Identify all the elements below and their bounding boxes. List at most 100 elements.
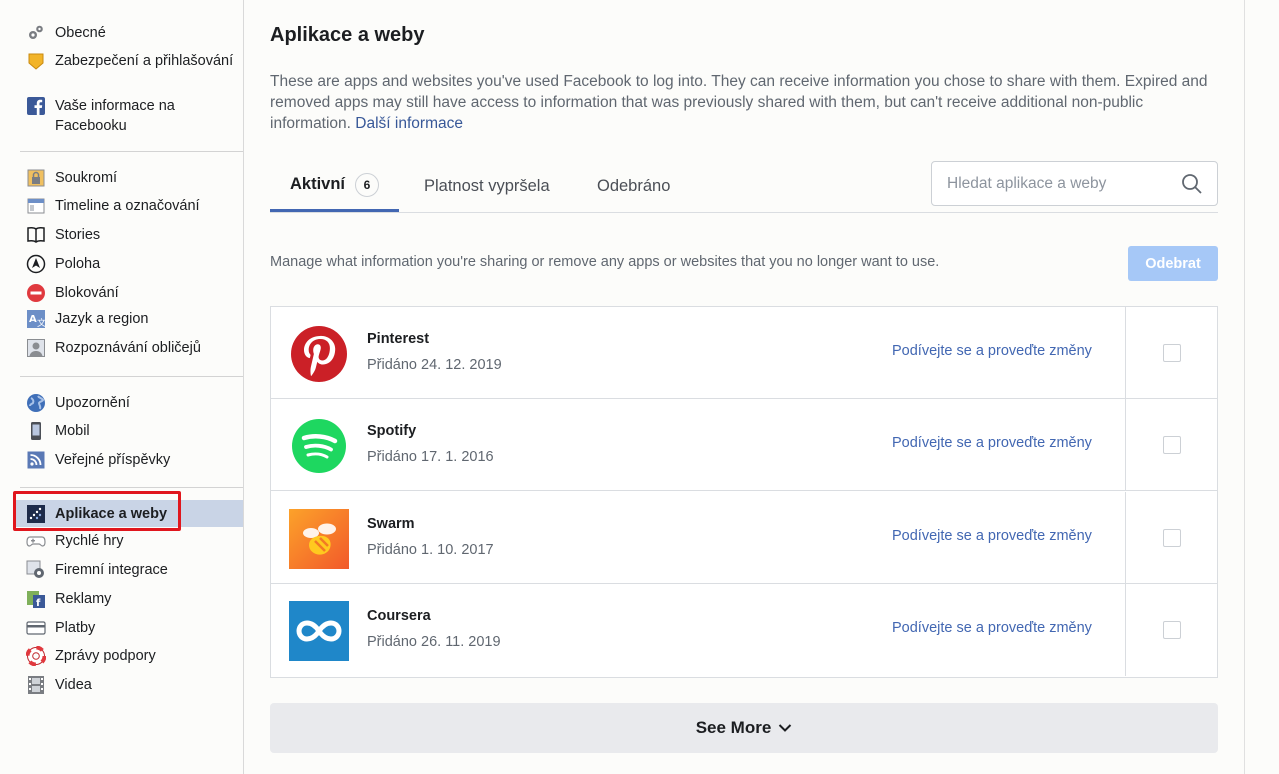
view-and-edit-link[interactable]: Podívejte se a proveďte změny [892, 620, 1092, 636]
shield-badge-icon [26, 51, 46, 71]
gears-icon [26, 23, 46, 43]
more-info-link[interactable]: Další informace [355, 115, 463, 132]
sidebar-item-label: Mobil [55, 423, 90, 439]
see-more-label: See More [695, 718, 772, 737]
app-name: Pinterest [367, 331, 430, 347]
view-and-edit-link[interactable]: Podívejte se a proveďte změny [892, 343, 1092, 359]
sidebar-item-label: Aplikace a weby [55, 505, 168, 522]
app-added-date: Přidáno 1. 10. 2017 [367, 542, 494, 558]
svg-text:f: f [36, 598, 41, 609]
app-row: Spotify Přidáno 17. 1. 2016 Podívejte se… [271, 399, 1217, 491]
page-description: These are apps and websites you've used … [270, 71, 1210, 134]
apps-icon [26, 504, 46, 524]
sidebar-item-label: Poloha [55, 256, 101, 272]
sidebar-item-language[interactable]: A文 Jazyk a region [20, 309, 243, 329]
phone-icon [26, 421, 46, 441]
app-row: Pinterest Přidáno 24. 12. 2019 Podívejte… [271, 307, 1217, 399]
sidebar-item-blocking[interactable]: Blokování [20, 283, 243, 303]
app-row: Coursera Přidáno 26. 11. 2019 Podívejte … [271, 584, 1217, 676]
sidebar-item-support-inbox[interactable]: Zprávy podpory [20, 646, 243, 666]
sidebar-item-label: Platby [55, 620, 96, 636]
lifebuoy-icon [26, 646, 46, 666]
tab-active[interactable]: Aktivní 6 [270, 160, 400, 212]
sidebar-item-stories[interactable]: Stories [20, 225, 243, 245]
sidebar-divider [20, 487, 243, 488]
sidebar-item-label: Reklamy [55, 591, 112, 607]
see-more-button[interactable]: See More [270, 703, 1218, 753]
sidebar-item-face-recognition[interactable]: Rozpoznávání obličejů [20, 338, 243, 358]
tab-label: Aktivní [290, 175, 346, 193]
rss-icon [26, 450, 46, 470]
sidebar-item-videos[interactable]: Videa [20, 675, 243, 695]
sidebar-item-label: Obecné [55, 25, 106, 41]
facebook-icon [26, 96, 46, 116]
sidebar-item-label: Soukromí [55, 170, 118, 186]
remove-button[interactable]: Odebrat [1128, 246, 1218, 281]
book-icon [26, 225, 46, 245]
tab-removed[interactable]: Odebráno [597, 160, 670, 212]
sidebar-item-label: Firemní integrace [55, 562, 168, 578]
timeline-icon [26, 196, 46, 216]
view-and-edit-link[interactable]: Podívejte se a proveďte změny [892, 528, 1092, 544]
coursera-logo [289, 601, 349, 661]
app-select-checkbox[interactable] [1162, 529, 1181, 547]
app-name: Spotify [367, 423, 417, 439]
swarm-logo [289, 509, 349, 569]
sidebar-item-public-posts[interactable]: Veřejné příspěvky [20, 450, 243, 470]
select-cell [1125, 584, 1217, 676]
content-right-border [1244, 0, 1245, 774]
sidebar-item-location[interactable]: Poloha [20, 254, 243, 274]
svg-text:A: A [29, 314, 37, 325]
select-cell [1125, 307, 1217, 399]
view-and-edit-link[interactable]: Podívejte se a proveďte změny [892, 435, 1092, 451]
sidebar-item-privacy[interactable]: Soukromí [20, 168, 243, 188]
tab-expired[interactable]: Platnost vypršela [424, 160, 550, 212]
sidebar-item-ads[interactable]: f Reklamy [20, 589, 243, 609]
credit-card-icon [26, 618, 46, 638]
app-name: Swarm [367, 516, 415, 532]
search-icon[interactable] [1181, 173, 1203, 195]
select-cell [1125, 399, 1217, 491]
sidebar-item-label: Zprávy podpory [55, 648, 156, 664]
app-name: Coursera [367, 608, 431, 624]
sidebar-item-payments[interactable]: Platby [20, 618, 243, 638]
sidebar-item-mobile[interactable]: Mobil [20, 421, 243, 441]
ads-icon: f [26, 589, 46, 609]
app-added-date: Přidáno 24. 12. 2019 [367, 357, 502, 373]
business-gear-icon [26, 560, 46, 580]
sidebar-divider [20, 151, 243, 152]
face-icon [26, 338, 46, 358]
globe-icon [26, 393, 46, 413]
sidebar-item-label: Blokování [55, 285, 119, 301]
app-row: Swarm Přidáno 1. 10. 2017 Podívejte se a… [271, 492, 1217, 584]
sidebar-item-apps-and-websites[interactable]: Aplikace a weby [14, 500, 243, 527]
tab-label: Platnost vypršela [424, 176, 550, 195]
sidebar-item-notifications[interactable]: Upozornění [20, 393, 243, 413]
select-cell [1125, 492, 1217, 584]
sidebar-item-your-info[interactable]: Vaše informace na Facebooku [20, 96, 243, 136]
gamepad-icon [26, 531, 46, 551]
sidebar-item-label: Timeline a označování [55, 198, 200, 214]
app-added-date: Přidáno 26. 11. 2019 [367, 634, 501, 650]
svg-text:文: 文 [37, 317, 46, 329]
language-icon: A文 [26, 309, 46, 329]
sidebar-item-instant-games[interactable]: Rychlé hry [20, 531, 243, 551]
sidebar-item-business-integrations[interactable]: Firemní integrace [20, 560, 243, 580]
sidebar-divider [20, 376, 243, 377]
pinterest-logo [289, 324, 349, 384]
sidebar-item-security[interactable]: Zabezpečení a přihlašování [20, 51, 243, 71]
sidebar-item-label: Rychlé hry [55, 533, 124, 549]
app-select-checkbox[interactable] [1162, 436, 1181, 454]
search-input[interactable] [947, 174, 1167, 193]
app-select-checkbox[interactable] [1162, 344, 1181, 362]
spotify-logo [289, 416, 349, 476]
sidebar-item-general[interactable]: Obecné [20, 23, 243, 43]
tab-count-badge: 6 [355, 172, 380, 197]
manage-instructions: Manage what information you're sharing o… [270, 254, 940, 270]
sidebar-item-label: Veřejné příspěvky [55, 452, 171, 468]
sidebar-item-timeline[interactable]: Timeline a označování [20, 196, 243, 216]
location-icon [26, 254, 46, 274]
tab-label: Odebráno [597, 176, 671, 195]
app-select-checkbox[interactable] [1162, 621, 1181, 639]
sidebar-item-label: Vaše informace na Facebooku [55, 98, 175, 134]
